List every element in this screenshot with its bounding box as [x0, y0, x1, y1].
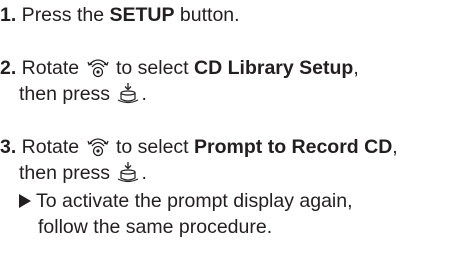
press-knob-icon	[116, 82, 140, 104]
step-text: Rotate	[16, 136, 85, 158]
step-text: button.	[174, 4, 240, 26]
step-2-line-2: then press .	[0, 81, 359, 107]
triangle-bullet-icon	[19, 194, 31, 208]
step-2: 2. Rotate to select CD Library Setup, th…	[0, 55, 359, 107]
step-3-note: To activate the prompt display again, fo…	[19, 188, 353, 240]
step-1-line: 1. Press the SETUP button.	[0, 2, 240, 28]
step-number: 2.	[0, 57, 17, 79]
rotate-knob-icon	[86, 135, 110, 157]
press-knob-icon	[116, 161, 140, 183]
step-text: .	[141, 162, 147, 184]
menu-item-name: CD Library Setup	[194, 57, 354, 79]
step-1: 1. Press the SETUP button.	[0, 2, 240, 28]
step-number: 3.	[0, 136, 17, 158]
step-text: Rotate	[16, 57, 85, 79]
step-text: then press	[19, 162, 116, 184]
step-text: to select	[110, 136, 195, 158]
rotate-knob-icon	[86, 56, 110, 78]
step-text: ,	[353, 57, 359, 79]
step-text: to select	[110, 57, 195, 79]
note-text: To activate the prompt display again,	[36, 190, 353, 212]
step-text: .	[141, 83, 147, 105]
step-text: then press	[19, 83, 116, 105]
step-text: Press the	[16, 4, 110, 26]
note-line-2: follow the same procedure.	[38, 216, 273, 238]
step-3: 3. Rotate to select Prompt to Record CD,…	[0, 134, 398, 186]
setup-button-name: SETUP	[109, 4, 175, 26]
step-3-line-2: then press .	[0, 160, 398, 186]
menu-item-name: Prompt to Record CD	[194, 136, 393, 158]
step-3-line-1: 3. Rotate to select Prompt to Record CD,	[0, 134, 398, 160]
step-number: 1.	[0, 4, 17, 26]
step-text: ,	[392, 136, 398, 158]
step-2-line-1: 2. Rotate to select CD Library Setup,	[0, 55, 359, 81]
note-line-1: To activate the prompt display again,	[19, 188, 353, 214]
